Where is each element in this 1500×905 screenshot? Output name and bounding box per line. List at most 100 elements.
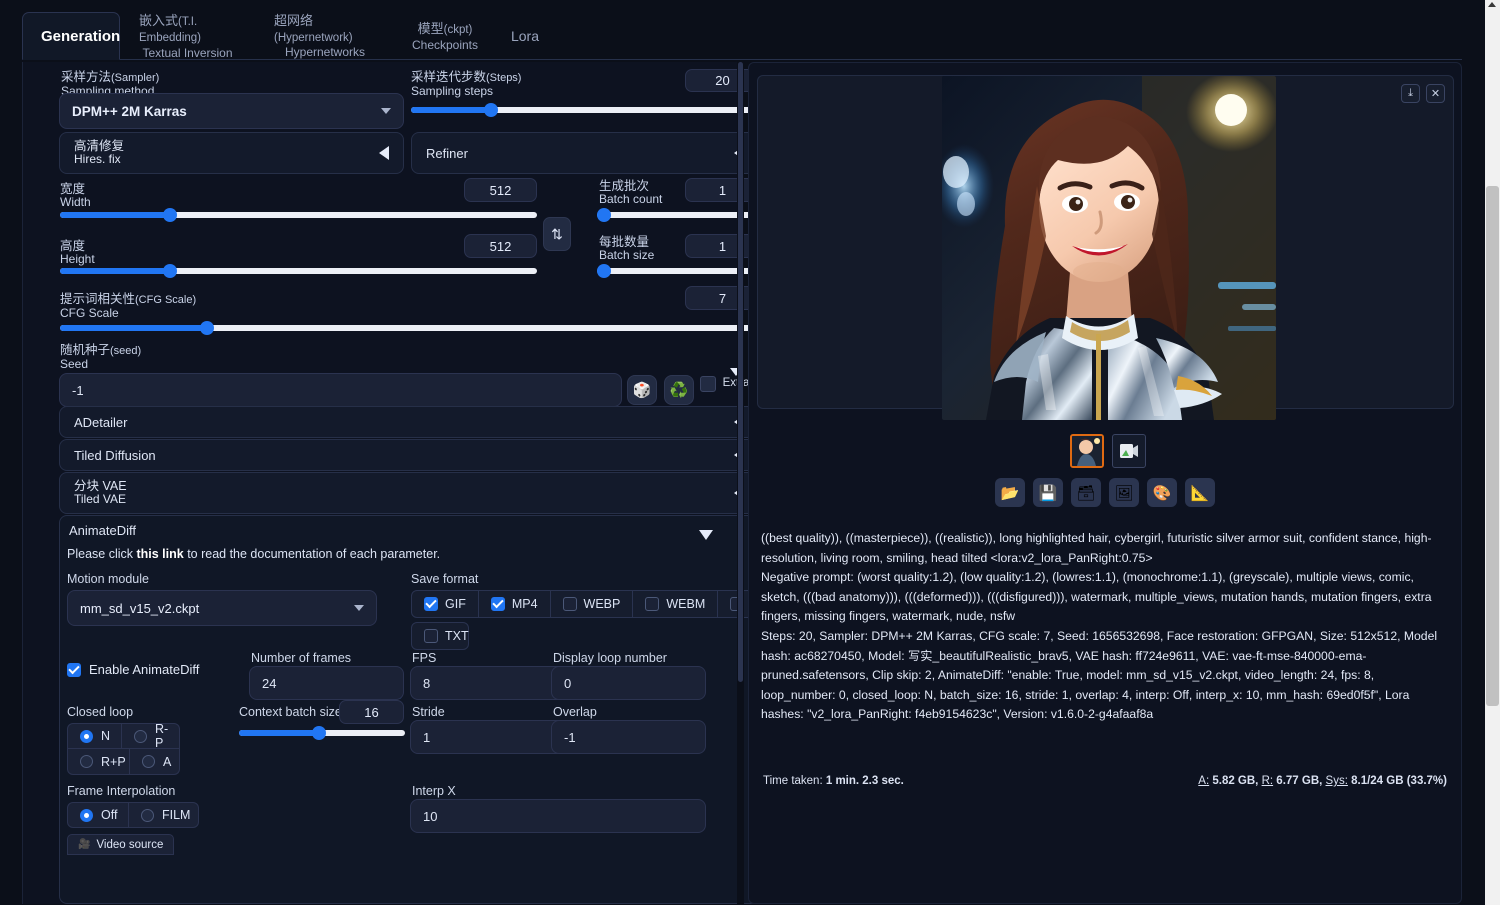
scrollbar-thumb[interactable] [1486, 186, 1499, 706]
format-txt[interactable]: TXT [411, 622, 469, 650]
adetailer-accordion[interactable]: ADetailer [59, 406, 759, 438]
height-value[interactable]: 512 [464, 234, 537, 258]
fps-label: FPS [412, 651, 437, 665]
overlap-input[interactable]: -1 [551, 720, 706, 754]
frame-interpolation-group: Off FILM [67, 802, 199, 828]
download-icon[interactable]: ⤓ [1401, 84, 1420, 103]
video-source-tab[interactable]: 🎥 Video source [67, 834, 175, 855]
chevron-down-icon [381, 108, 391, 114]
cfg-scale-label: 提示词相关性(CFG Scale) CFG Scale [60, 292, 197, 320]
display-loop-number-input[interactable]: 0 [551, 666, 706, 700]
tab-hypernetworks[interactable]: 超网络 (Hypernetwork) Hypernetworks [255, 12, 395, 59]
format-webm[interactable]: WEBM [633, 590, 719, 618]
tab-textual-inversion[interactable]: 嵌入式(T.I. Embedding) Textual Inversion [120, 12, 255, 60]
fps-input[interactable]: 8 [410, 666, 565, 700]
seed-input[interactable]: -1 [59, 373, 622, 407]
tab-lora[interactable]: Lora [495, 12, 555, 59]
context-batch-size-slider[interactable] [239, 726, 405, 740]
format-gif[interactable]: GIF [411, 590, 479, 618]
chevron-down-icon [354, 605, 364, 611]
triangle-left-icon [379, 146, 389, 160]
radio-r-minus-p[interactable] [134, 729, 147, 743]
motion-module-select[interactable]: mm_sd_v15_v2.ckpt [67, 590, 377, 626]
width-slider[interactable] [60, 208, 537, 222]
save-zip-button[interactable]: 🗃 [1071, 478, 1101, 507]
tiled-vae-accordion[interactable]: 分块 VAE Tiled VAE [59, 472, 759, 514]
scroll-up-arrow-icon[interactable] [1488, 2, 1496, 7]
tiled-diffusion-accordion[interactable]: Tiled Diffusion [59, 439, 759, 471]
radio-film[interactable] [141, 808, 154, 822]
slider-knob[interactable] [162, 208, 177, 222]
checkbox-enable-animatediff[interactable] [67, 662, 81, 677]
save-button[interactable]: 💾 [1033, 478, 1063, 507]
context-batch-size-value[interactable]: 16 [339, 700, 404, 724]
time-taken: Time taken: 1 min. 2.3 sec. [763, 775, 904, 787]
closed-loop-n[interactable]: N [67, 723, 122, 749]
recycle-icon[interactable]: ♻️ [664, 375, 694, 405]
send-to-inpaint-button[interactable]: 🎨 [1147, 478, 1177, 507]
send-to-extras-button[interactable]: 📐 [1185, 478, 1215, 507]
slider-knob[interactable] [597, 208, 611, 222]
hires-fix-accordion[interactable]: 高清修复 Hires. fix [59, 132, 404, 174]
cfg-scale-slider[interactable] [60, 321, 760, 335]
radio-n[interactable] [80, 729, 93, 743]
radio-off[interactable] [80, 808, 93, 822]
tab-lora-label: Lora [510, 28, 540, 45]
checkbox-txt[interactable] [424, 629, 438, 643]
extra-seed-checkbox[interactable] [700, 376, 716, 392]
tab-checkpoints[interactable]: 模型(ckpt) Checkpoints [395, 12, 495, 59]
stride-input[interactable]: 1 [410, 720, 565, 754]
thumbnail-1[interactable] [1112, 434, 1146, 468]
left-panel-scrollbar[interactable] [737, 62, 744, 904]
batch-count-slider[interactable] [597, 208, 760, 222]
height-label: 高度 Height [60, 239, 95, 267]
slider-knob[interactable] [484, 103, 499, 117]
sampling-steps-slider[interactable] [411, 103, 759, 117]
format-mp4[interactable]: MP4 [478, 590, 551, 618]
interp-x-input[interactable]: 10 [410, 799, 706, 833]
thumbnail-0[interactable] [1070, 434, 1104, 468]
frame-interp-film[interactable]: FILM [129, 802, 199, 828]
width-value[interactable]: 512 [464, 178, 537, 202]
checkbox-webp[interactable] [562, 597, 577, 611]
tab-generation[interactable]: Generation [22, 12, 120, 60]
open-folder-button[interactable]: 📂 [995, 478, 1025, 507]
slider-fill [60, 212, 170, 218]
animatediff-doc-link[interactable]: this link [136, 547, 183, 561]
tab-hn-en: Hypernetworks [284, 45, 366, 60]
animatediff-doc-text: Please click this link to read the docum… [67, 547, 441, 561]
save-format-label: Save format [411, 572, 479, 586]
closed-loop-row-2: R+P A [67, 749, 180, 775]
height-slider[interactable] [60, 264, 537, 278]
close-icon[interactable]: ✕ [1426, 84, 1445, 103]
slider-knob[interactable] [597, 264, 611, 278]
slider-fill [411, 107, 492, 113]
checkbox-mp4[interactable] [490, 597, 505, 611]
radio-a[interactable] [142, 755, 155, 768]
sampling-method-select[interactable]: DPM++ 2M Karras [59, 93, 404, 129]
slider-knob[interactable] [200, 321, 214, 335]
frame-interp-off[interactable]: Off [67, 802, 129, 828]
slider-knob[interactable] [311, 726, 326, 740]
refiner-accordion[interactable]: Refiner [411, 132, 759, 174]
batch-size-slider[interactable] [597, 264, 760, 278]
closed-loop-rplusp[interactable]: R+P [67, 749, 130, 775]
browser-scrollbar[interactable] [1485, 0, 1500, 905]
send-to-img2img-button[interactable]: 🖼 [1109, 478, 1139, 507]
closed-loop-a[interactable]: A [130, 749, 180, 775]
radio-r-plus-p[interactable] [80, 755, 93, 768]
number-of-frames-input[interactable]: 24 [249, 666, 404, 700]
slider-fill [60, 325, 207, 331]
swap-dimensions-button[interactable]: ⇅ [543, 217, 571, 251]
slider-knob[interactable] [162, 264, 177, 278]
closed-loop-rp[interactable]: R-P [122, 722, 180, 750]
context-batch-size-label: Context batch size [239, 705, 342, 719]
dice-icon[interactable]: 🎲 [627, 375, 657, 405]
triangle-down-icon[interactable] [699, 530, 713, 540]
animatediff-title: AnimateDiff [69, 523, 136, 538]
generated-image[interactable] [942, 76, 1276, 420]
checkbox-webm[interactable] [645, 597, 660, 611]
checkbox-gif[interactable] [424, 597, 438, 611]
enable-animatediff-row[interactable]: Enable AnimateDiff [67, 662, 199, 677]
format-webp[interactable]: WEBP [550, 590, 634, 618]
